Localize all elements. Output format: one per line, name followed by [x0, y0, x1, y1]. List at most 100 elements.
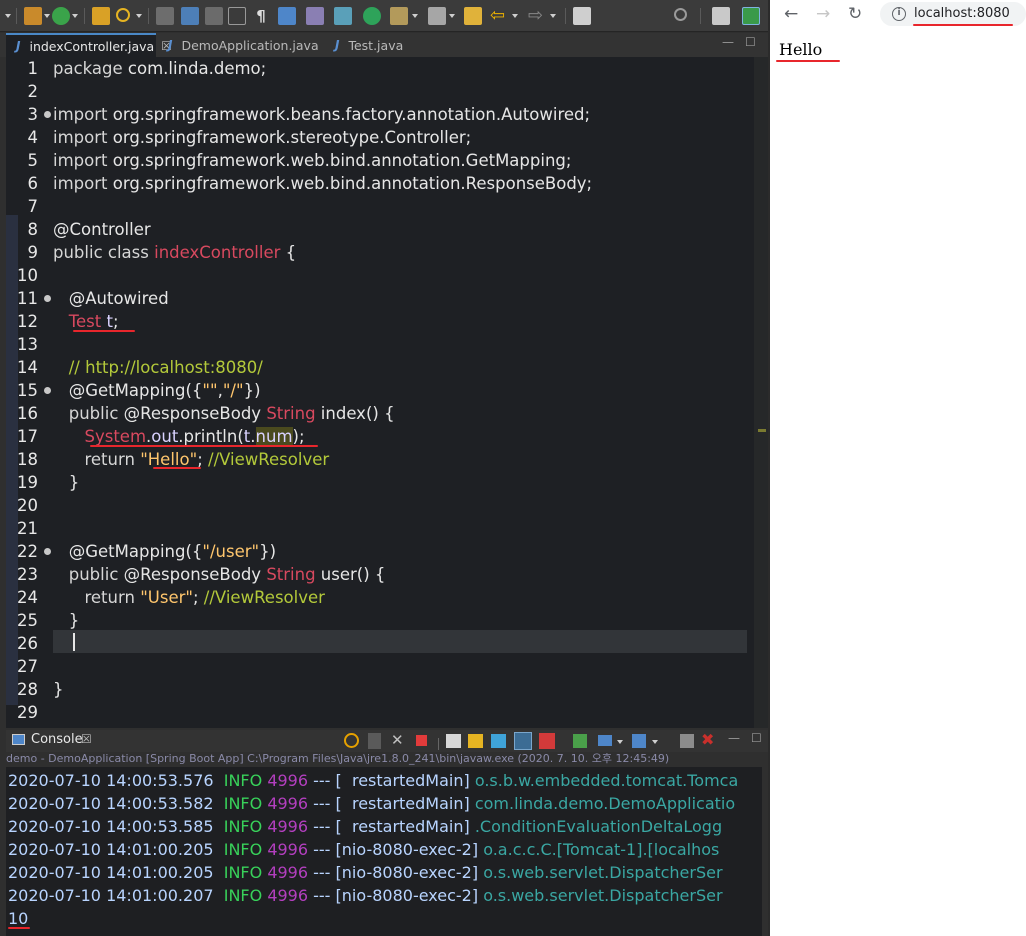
perspective-open-icon[interactable] — [712, 7, 730, 25]
fold-icon[interactable] — [44, 111, 51, 118]
terminate-all-icon[interactable]: ✖ — [701, 730, 714, 749]
annotation-icon[interactable] — [390, 7, 408, 25]
show-stdout-icon[interactable] — [514, 732, 532, 750]
code-line: 9 public class indexController { — [27, 243, 297, 262]
log-line: 2020-07-10 14:01:00.205 INFO 4996 --- [n… — [8, 863, 723, 882]
code-line: 16 public @ResponseBody String index() { — [17, 404, 395, 423]
fold-icon[interactable] — [44, 295, 51, 302]
menu-dropdown-icon[interactable] — [5, 14, 11, 18]
log-line: 2020-07-10 14:00:53.576 INFO 4996 --- [ … — [8, 771, 739, 790]
tag-icon[interactable] — [306, 7, 324, 25]
code-line: 21 — [17, 519, 38, 538]
highlight-icon[interactable] — [181, 7, 199, 25]
annotation-underline — [153, 467, 201, 469]
annotation-underline — [8, 927, 30, 929]
code-editor[interactable]: 1 package com.linda.demo; 2 3 import org.s… — [6, 57, 768, 728]
code-line: 29 — [17, 703, 38, 722]
tab-test[interactable]: J Test.java — [325, 33, 425, 57]
code-line: 26 — [17, 634, 38, 653]
maximize-icon[interactable]: ☐ — [751, 731, 762, 745]
monitor-icon[interactable] — [278, 7, 296, 25]
url-text: localhost:8080 — [914, 6, 1010, 21]
tab-label: indexController.java — [29, 38, 155, 54]
console-tab-label[interactable]: Console — [31, 732, 83, 747]
block-select-icon[interactable] — [205, 7, 223, 25]
annotation-underline — [776, 60, 840, 62]
info-icon[interactable]: i — [892, 7, 906, 21]
forward-arrow-icon[interactable]: ⇨ — [528, 7, 546, 25]
annotation-underline — [73, 330, 135, 332]
close-icon[interactable]: ☒ — [81, 732, 92, 746]
run-icon[interactable] — [52, 7, 70, 25]
copy-icon[interactable] — [680, 734, 694, 748]
code-line: 5 import org.springframework.web.bind.ann… — [27, 151, 572, 170]
code-line: 14 // http://localhost:8080/ — [17, 358, 263, 377]
selection-icon[interactable] — [228, 7, 246, 25]
console-tab-bar: Console ☒ ✕ ✖ — ☐ — [6, 730, 768, 752]
new-icon[interactable] — [24, 7, 42, 25]
clear-console-icon[interactable] — [446, 734, 461, 748]
log-line: 2020-07-10 14:01:00.207 INFO 4996 --- [n… — [8, 886, 723, 905]
open-folder-icon[interactable] — [92, 7, 110, 25]
show-stderr-icon[interactable] — [539, 733, 555, 749]
task-icon[interactable] — [334, 7, 352, 25]
console-output[interactable]: 2020-07-10 14:00:53.576 INFO 4996 --- [ … — [6, 767, 762, 936]
code-line: 18 return "Hello"; //ViewResolver — [17, 450, 330, 469]
overview-ruler-mark[interactable] — [758, 429, 766, 432]
back-arrow-icon[interactable]: ← — [784, 4, 798, 24]
console-icon — [12, 734, 25, 745]
reload-icon[interactable]: ↻ — [848, 4, 862, 24]
code-line: 13 — [17, 335, 38, 354]
page-content: Hello — [779, 40, 823, 59]
eclipse-window: ¶ ⇦ ⇨ J indexController.java ☒ J DemoApp… — [0, 0, 768, 936]
last-edit-icon[interactable] — [464, 7, 482, 25]
terminate-icon[interactable] — [416, 735, 427, 746]
code-line: 11 @Autowired — [17, 289, 169, 308]
code-line: 2 — [27, 82, 39, 101]
java-file-icon: J — [335, 38, 340, 52]
tab-label: Test.java — [348, 37, 404, 53]
forward-arrow-icon[interactable]: → — [816, 4, 830, 24]
word-wrap-icon[interactable] — [491, 734, 506, 748]
back-arrow-icon[interactable]: ⇦ — [490, 7, 508, 25]
power-icon[interactable] — [363, 7, 381, 25]
code-line: 23 public @ResponseBody String user() { — [17, 565, 386, 584]
code-line: 27 — [17, 657, 38, 676]
tab-label: DemoApplication.java — [181, 37, 319, 53]
maximize-icon[interactable]: ☐ — [745, 35, 756, 49]
whitespace-icon[interactable]: ¶ — [252, 7, 270, 25]
tab-index-controller[interactable]: J indexController.java ☒ — [6, 33, 172, 57]
display-console-icon[interactable] — [598, 735, 612, 746]
code-line: 8 @Controller — [27, 220, 151, 239]
code-line: 20 — [17, 496, 38, 515]
code-line: 1 package com.linda.demo; — [27, 59, 267, 78]
java-perspective-icon[interactable] — [742, 7, 760, 25]
remove-launch-icon[interactable]: ✕ — [391, 731, 404, 749]
minimize-icon[interactable]: — — [722, 35, 734, 49]
java-file-icon: J — [168, 38, 173, 52]
code-line: 6 import org.springframework.web.bind.ann… — [27, 174, 593, 193]
editor-scrollbar[interactable] — [754, 57, 768, 728]
code-line: 28} — [17, 680, 64, 699]
java-file-icon: J — [16, 39, 21, 53]
code-line: 15 @GetMapping({"","/"}) — [17, 381, 261, 400]
minimize-icon[interactable]: — — [728, 731, 740, 745]
pin-console-icon[interactable] — [573, 734, 587, 748]
code-line: 19 } — [17, 473, 80, 492]
new-console-icon[interactable] — [632, 734, 646, 748]
code-line: 4 import org.springframework.stereotype.C… — [27, 128, 472, 147]
code-line: 22 @GetMapping({"/user"}) — [17, 542, 277, 561]
address-bar[interactable]: i localhost:8080 — [880, 2, 1026, 26]
trash-icon[interactable] — [368, 733, 381, 749]
window-icon[interactable] — [573, 7, 591, 25]
scroll-lock-icon[interactable] — [468, 734, 483, 748]
pin-icon[interactable] — [428, 7, 446, 25]
search-icon[interactable] — [116, 8, 130, 22]
quick-search-icon[interactable] — [674, 8, 687, 21]
toggle-icon[interactable] — [156, 7, 174, 25]
fold-icon[interactable] — [44, 548, 51, 555]
tab-demo-application[interactable]: J DemoApplication.java — [158, 33, 319, 57]
fold-icon[interactable] — [44, 387, 51, 394]
refresh-icon[interactable] — [344, 733, 359, 748]
log-line: 2020-07-10 14:00:53.585 INFO 4996 --- [ … — [8, 817, 723, 836]
